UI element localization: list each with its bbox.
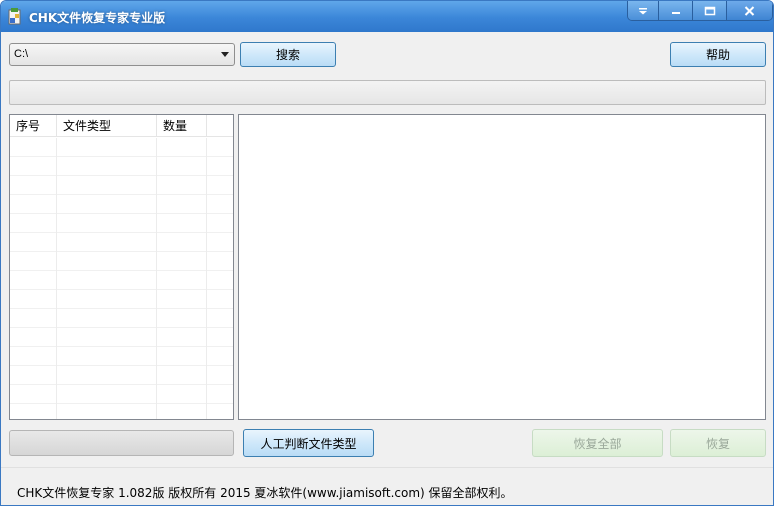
help-button[interactable]: 帮助 xyxy=(670,42,766,67)
list-header: 序号 文件类型 数量 xyxy=(10,115,233,137)
recover-button[interactable]: 恢复 xyxy=(670,429,766,457)
drive-select[interactable]: C:\ xyxy=(9,43,235,66)
dropdown-arrow-icon[interactable] xyxy=(628,1,658,20)
close-icon[interactable] xyxy=(726,1,772,20)
preview-panel[interactable] xyxy=(238,114,766,420)
caption-buttons xyxy=(627,1,773,21)
manual-detect-button[interactable]: 人工判断文件类型 xyxy=(243,429,374,457)
chevron-down-icon[interactable] xyxy=(221,52,229,57)
app-icon xyxy=(8,8,21,25)
search-button[interactable]: 搜索 xyxy=(240,42,336,67)
copyright-text: CHK文件恢复专家 1.082版 版权所有 2015 夏冰软件(www.jiam… xyxy=(17,486,513,500)
scan-progress-bar xyxy=(9,80,766,105)
file-type-list[interactable]: 序号 文件类型 数量 xyxy=(9,114,234,420)
recover-all-button[interactable]: 恢复全部 xyxy=(532,429,663,457)
column-header-index[interactable]: 序号 xyxy=(10,115,57,137)
minimize-icon[interactable] xyxy=(658,1,692,20)
list-body[interactable] xyxy=(10,138,233,419)
column-header-count[interactable]: 数量 xyxy=(157,115,207,137)
client-area: C:\ 搜索 帮助 序号 文件类型 数量 人工判断文件类型 恢复全部 恢复 xyxy=(1,32,773,467)
maximize-icon[interactable] xyxy=(692,1,726,20)
window-title: CHK文件恢复专家专业版 xyxy=(29,11,166,25)
status-bar: CHK文件恢复专家 1.082版 版权所有 2015 夏冰软件(www.jiam… xyxy=(1,467,773,505)
app-window: CHK文件恢复专家专业版 C:\ 搜索 帮助 序号 文件类型 数量 人工判断文件… xyxy=(0,0,774,506)
recovery-progress-bar xyxy=(9,430,234,456)
column-header-file-type[interactable]: 文件类型 xyxy=(57,115,157,137)
title-bar[interactable]: CHK文件恢复专家专业版 xyxy=(1,1,773,32)
column-header-filler xyxy=(207,115,233,137)
drive-select-value: C:\ xyxy=(14,48,29,60)
